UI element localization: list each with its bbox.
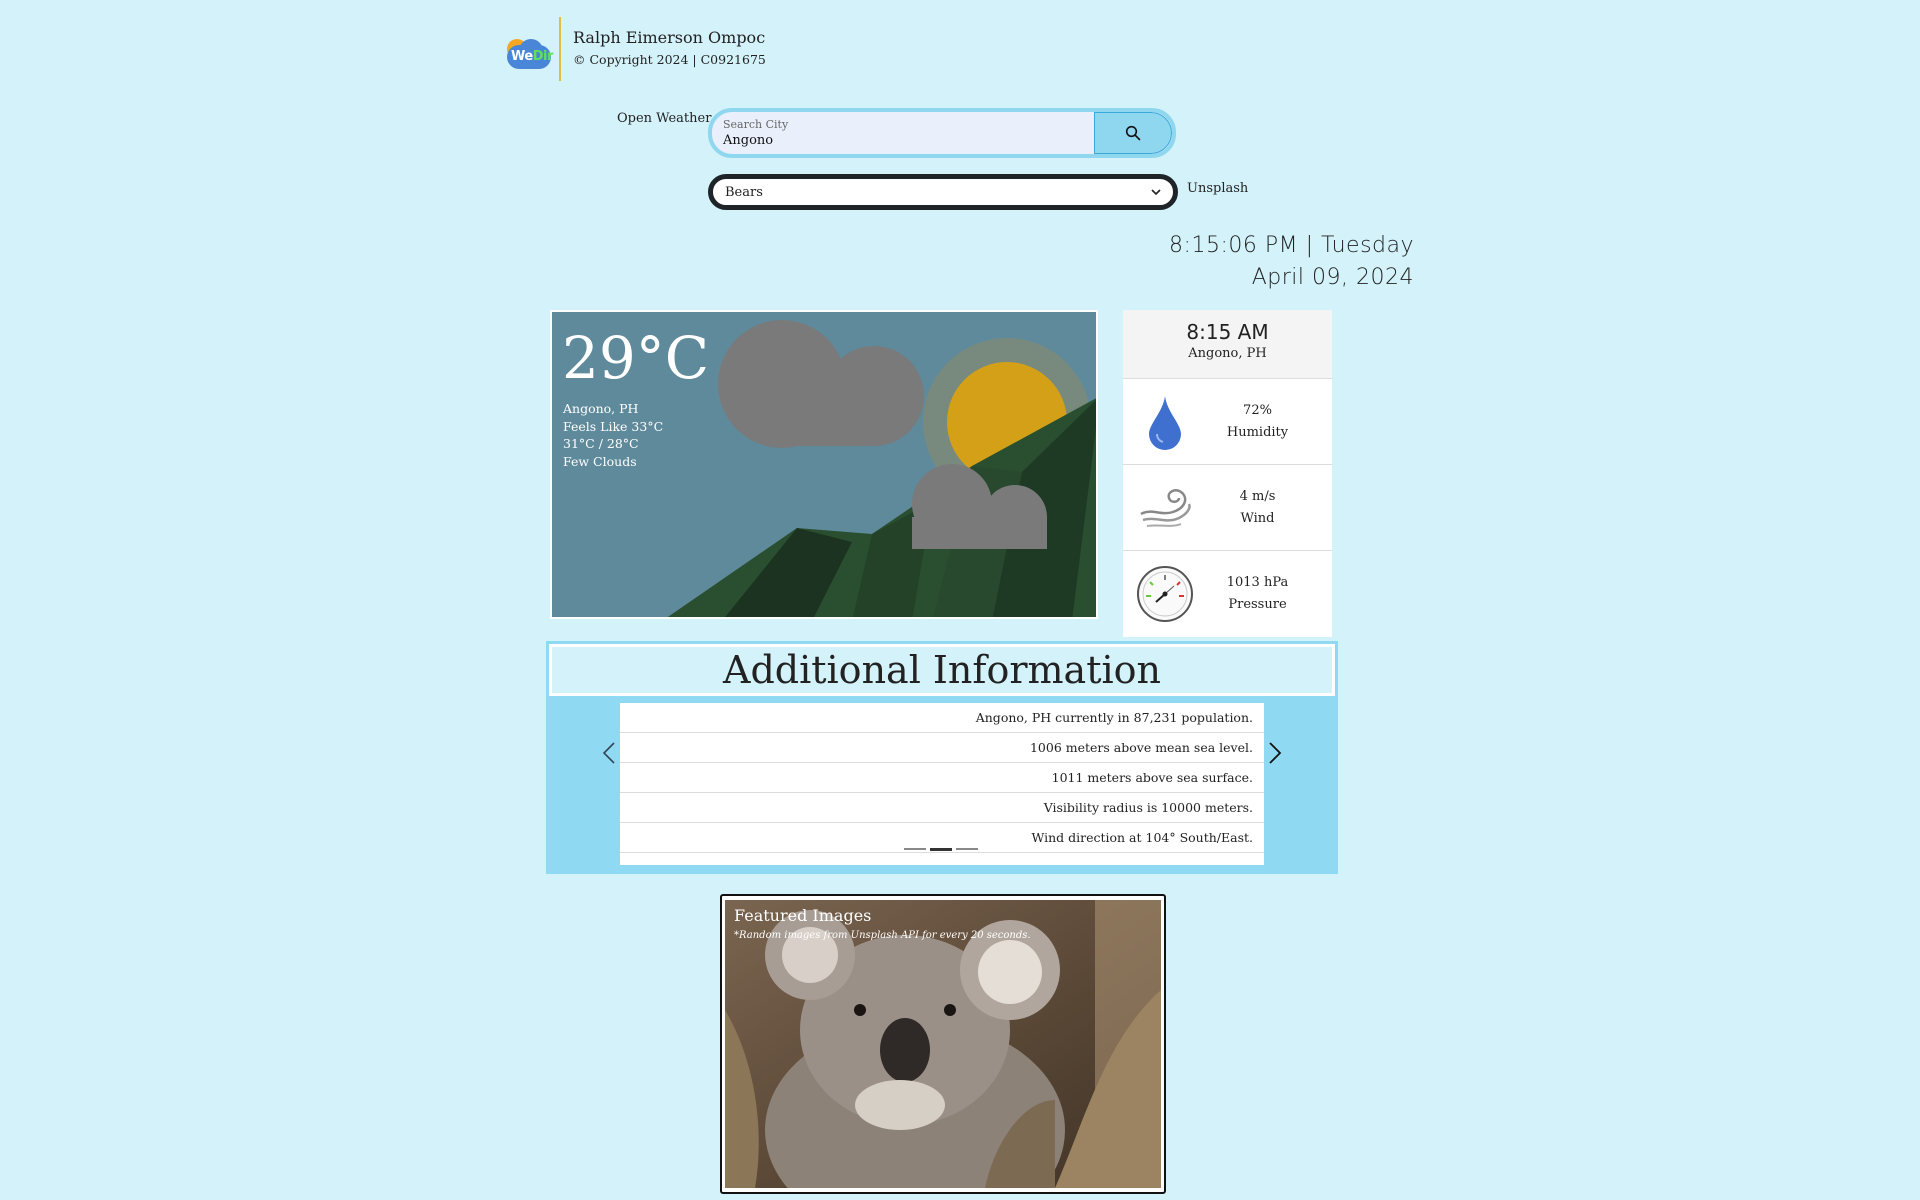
carousel-prev-button[interactable] [602, 741, 616, 772]
current-datetime: 8:15:06 PM | Tuesday April 09, 2024 [1169, 230, 1414, 294]
wind-value: 4 m/s [1239, 488, 1276, 504]
carousel-indicator[interactable] [956, 848, 978, 850]
brand-header: WeDir Ralph Eimerson Ompoc © Copyright 2… [505, 17, 766, 81]
pressure-gauge-icon [1137, 566, 1193, 622]
wind-icon [1140, 488, 1191, 527]
featured-image[interactable] [725, 900, 1161, 1188]
list-item: Angono, PH currently in 87,231 populatio… [620, 703, 1264, 733]
carousel-indicator[interactable] [904, 848, 926, 850]
list-item: 1006 meters above mean sea level. [620, 733, 1264, 763]
list-item: 1011 meters above sea surface. [620, 763, 1264, 793]
city-search-input[interactable]: Search City Angono [712, 112, 1094, 154]
image-topic-select[interactable]: Bears [708, 174, 1178, 210]
koala-photo [725, 900, 1161, 1188]
feels-like: Feels Like 33°C [563, 418, 664, 434]
pressure-value: 1013 hPa [1226, 575, 1289, 590]
humidity-label: Humidity [1226, 424, 1289, 440]
search-value: Angono [723, 133, 774, 148]
weather-location: Angono, PH [563, 401, 639, 416]
chevron-right-icon [1269, 742, 1282, 764]
additional-info-section: Additional Information Angono, PH curren… [546, 641, 1338, 874]
city-search-bar: Search City Angono [708, 108, 1176, 158]
weather-condition: Few Clouds [563, 453, 637, 469]
search-icon [1125, 125, 1141, 141]
current-date: April 09, 2024 [1251, 265, 1414, 290]
header-divider [559, 17, 561, 81]
local-location: Angono, PH [1188, 346, 1267, 361]
weather-card: 29°C Angono, PH Feels Like 33°C 31°C / 2… [550, 310, 1098, 619]
list-item: Visibility radius is 10000 meters. [620, 793, 1264, 823]
humidity-value: 72% [1243, 402, 1272, 418]
additional-info-title: Additional Information [549, 644, 1335, 696]
local-time: 8:15 AM [1186, 320, 1269, 344]
open-weather-label: Open Weather [617, 111, 712, 126]
additional-info-list: Angono, PH currently in 87,231 populatio… [620, 703, 1264, 865]
image-topic-value: Bears [725, 184, 763, 200]
high-low-temp: 31°C / 28°C [563, 436, 639, 451]
search-placeholder: Search City [723, 118, 789, 131]
current-temperature: 29°C [562, 324, 710, 392]
local-time-block: 8:15 AM Angono, PH [1123, 310, 1332, 379]
humidity-row: 72% Humidity [1123, 379, 1332, 465]
carousel-next-button[interactable] [1268, 741, 1282, 772]
pressure-label: Pressure [1228, 597, 1287, 612]
pressure-row: 1013 hPa Pressure [1123, 551, 1332, 637]
water-drop-icon [1149, 395, 1181, 450]
search-button[interactable] [1094, 112, 1172, 154]
app-logo[interactable]: WeDir [505, 25, 553, 73]
featured-images-card: Featured Images *Random images from Unsp… [720, 894, 1166, 1194]
chevron-down-icon [1151, 189, 1161, 196]
author-name: Ralph Eimerson Ompoc [573, 28, 766, 47]
carousel-indicator-active[interactable] [930, 848, 952, 851]
weather-details: Angono, PH Feels Like 33°C 31°C / 28°C F… [563, 400, 663, 470]
current-time-day: 8:15:06 PM | Tuesday [1169, 233, 1414, 258]
unsplash-label: Unsplash [1187, 181, 1249, 196]
carousel-indicators [904, 848, 978, 851]
chevron-left-icon [602, 742, 615, 764]
weather-stats-panel: 8:15 AM Angono, PH 72% Humidity 4 m/s Wi… [1123, 310, 1332, 637]
featured-images-note: *Random images from Unsplash API for eve… [734, 930, 1031, 941]
wind-row: 4 m/s Wind [1123, 465, 1332, 551]
copyright-text: © Copyright 2024 | C0921675 [573, 52, 766, 67]
wind-label: Wind [1240, 510, 1275, 526]
featured-images-title: Featured Images [734, 906, 872, 925]
